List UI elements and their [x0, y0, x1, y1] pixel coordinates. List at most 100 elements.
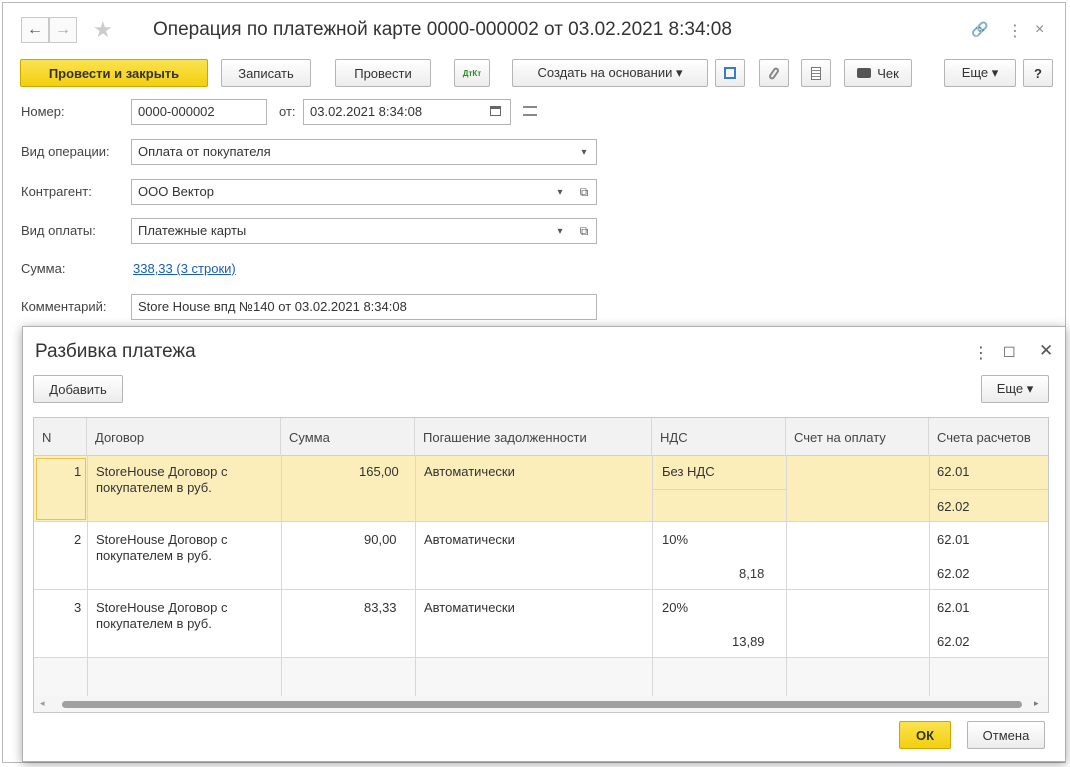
date-field[interactable]: 03.02.2021 8:34:08 — [303, 99, 511, 125]
column-divider — [415, 456, 416, 696]
forward-button[interactable]: → — [49, 17, 77, 43]
column-header-vat[interactable]: НДС — [652, 418, 786, 456]
cell-vat: Без НДС — [662, 464, 715, 479]
column-header-accounts[interactable]: Счета расчетов — [929, 418, 1048, 456]
calendar-icon[interactable] — [490, 106, 501, 116]
column-divider — [786, 456, 787, 696]
chevron-down-icon[interactable]: ▾ — [575, 139, 593, 165]
chevron-down-icon[interactable]: ▾ — [551, 179, 569, 205]
cell-account-2: 62.02 — [937, 634, 970, 649]
more-button[interactable]: Еще ▾ — [944, 59, 1016, 87]
scroll-right-icon[interactable]: ▸ — [1034, 698, 1039, 709]
table-row[interactable]: 2 StoreHouse Договор с покупателем в руб… — [34, 522, 1048, 590]
cell-account-1: 62.01 — [937, 600, 970, 615]
column-divider — [281, 456, 282, 696]
ok-button[interactable]: ОК — [899, 721, 951, 749]
close-icon[interactable]: × — [1035, 21, 1044, 39]
payment-split-table[interactable]: N Договор Сумма Погашение задолженности … — [33, 417, 1049, 713]
cell-sum: 90,00 — [364, 532, 397, 547]
cell-n: 2 — [74, 532, 82, 547]
amount-label: Сумма: — [21, 261, 66, 276]
comment-label: Комментарий: — [21, 299, 107, 314]
cell-sum: 83,33 — [364, 600, 397, 615]
arrow-right-icon: → — [55, 21, 71, 38]
scrollbar-thumb[interactable] — [62, 701, 1022, 708]
cell-vat-amount: 8,18 — [739, 566, 765, 581]
operation-type-value: Оплата от покупателя — [138, 144, 271, 159]
open-icon[interactable]: ⧉ — [575, 179, 593, 205]
empty-row-area — [34, 658, 1048, 696]
payment-type-label: Вид оплаты: — [21, 223, 96, 238]
title-bar: ← → ★ Операция по платежной карте 0000-0… — [11, 13, 1061, 49]
back-button[interactable]: ← — [21, 17, 49, 43]
scroll-left-icon[interactable]: ◂ — [40, 698, 45, 709]
receipt-button[interactable]: Чек — [844, 59, 912, 87]
cell-vat: 10% — [662, 532, 689, 547]
amount-link[interactable]: 338,33 (3 строки) — [133, 261, 236, 276]
dialog-more-button[interactable]: Еще ▾ — [981, 375, 1049, 403]
create-based-on-button[interactable]: Создать на основании ▾ — [512, 59, 708, 87]
table-row[interactable]: 1 StoreHouse Договор с покупателем в руб… — [34, 456, 1048, 522]
structure-button[interactable] — [715, 59, 745, 87]
counterparty-field[interactable]: ООО Вектор — [131, 179, 597, 205]
operation-type-label: Вид операции: — [21, 144, 110, 159]
payment-split-dialog: Разбивка платежа ⋮ ☐ ✕ Добавить Еще ▾ N … — [22, 326, 1066, 762]
cell-contract: StoreHouse Договор с — [96, 532, 228, 547]
counterparty-value: ООО Вектор — [138, 184, 214, 199]
cell-contract: StoreHouse Договор с — [96, 464, 228, 479]
more-menu-icon[interactable]: ⋮ — [1007, 21, 1023, 41]
cell-contract-line2: покупателем в руб. — [96, 480, 212, 495]
attachments-button[interactable] — [759, 59, 789, 87]
star-icon[interactable]: ★ — [93, 17, 113, 43]
post-button[interactable]: Провести — [335, 59, 431, 87]
structure-icon — [724, 67, 736, 79]
date-value: 03.02.2021 8:34:08 — [310, 104, 423, 119]
cell-contract-line2: покупателем в руб. — [96, 616, 212, 631]
post-and-close-button[interactable]: Провести и закрыть — [20, 59, 208, 87]
cell-repayment: Автоматически — [424, 532, 515, 547]
cell-account-2: 62.02 — [937, 566, 970, 581]
help-button[interactable]: ? — [1023, 59, 1053, 87]
column-divider — [652, 456, 653, 696]
receipt-label: Чек — [877, 65, 899, 81]
payment-type-value: Платежные карты — [138, 223, 247, 238]
cancel-button[interactable]: Отмена — [967, 721, 1045, 749]
cell-sum: 165,00 — [359, 464, 399, 479]
column-header-contract[interactable]: Договор — [87, 418, 281, 456]
maximize-icon[interactable]: ☐ — [1003, 344, 1016, 361]
close-icon[interactable]: ✕ — [1039, 341, 1053, 361]
table-header: N Договор Сумма Погашение задолженности … — [34, 418, 1048, 456]
cell-vat-amount: 13,89 — [732, 634, 765, 649]
report-button[interactable] — [801, 59, 831, 87]
cell-repayment: Автоматически — [424, 464, 515, 479]
column-header-repayment[interactable]: Погашение задолженности — [415, 418, 652, 456]
save-button[interactable]: Записать — [221, 59, 311, 87]
link-icon[interactable]: 🔗 — [971, 21, 988, 38]
cell-repayment: Автоматически — [424, 600, 515, 615]
column-header-sum[interactable]: Сумма — [281, 418, 415, 456]
cell-account-1: 62.01 — [937, 532, 970, 547]
open-icon[interactable]: ⧉ — [575, 218, 593, 244]
arrow-left-icon: ← — [27, 21, 43, 38]
operation-type-select[interactable]: Оплата от покупателя — [131, 139, 597, 165]
more-menu-icon[interactable]: ⋮ — [973, 343, 989, 363]
cell-contract-line2: покупателем в руб. — [96, 548, 212, 563]
table-row[interactable]: 3 StoreHouse Договор с покупателем в руб… — [34, 590, 1048, 658]
column-header-invoice[interactable]: Счет на оплату — [786, 418, 929, 456]
horizontal-scrollbar[interactable]: ◂ ▸ — [34, 696, 1048, 712]
cell-vat: 20% — [662, 600, 689, 615]
counterparty-label: Контрагент: — [21, 184, 92, 199]
dtkt-button[interactable]: ДтКт — [454, 59, 490, 87]
payment-type-field[interactable]: Платежные карты — [131, 218, 597, 244]
number-field[interactable]: 0000-000002 — [131, 99, 267, 125]
column-divider — [929, 456, 930, 696]
history-icon[interactable] — [523, 106, 537, 116]
add-button[interactable]: Добавить — [33, 375, 123, 403]
document-icon — [811, 66, 821, 80]
from-label: от: — [279, 104, 296, 119]
column-header-n[interactable]: N — [34, 418, 87, 456]
cell-n: 3 — [74, 600, 82, 615]
paperclip-icon — [767, 65, 781, 81]
comment-field[interactable]: Store House впд №140 от 03.02.2021 8:34:… — [131, 294, 597, 320]
chevron-down-icon[interactable]: ▾ — [551, 218, 569, 244]
